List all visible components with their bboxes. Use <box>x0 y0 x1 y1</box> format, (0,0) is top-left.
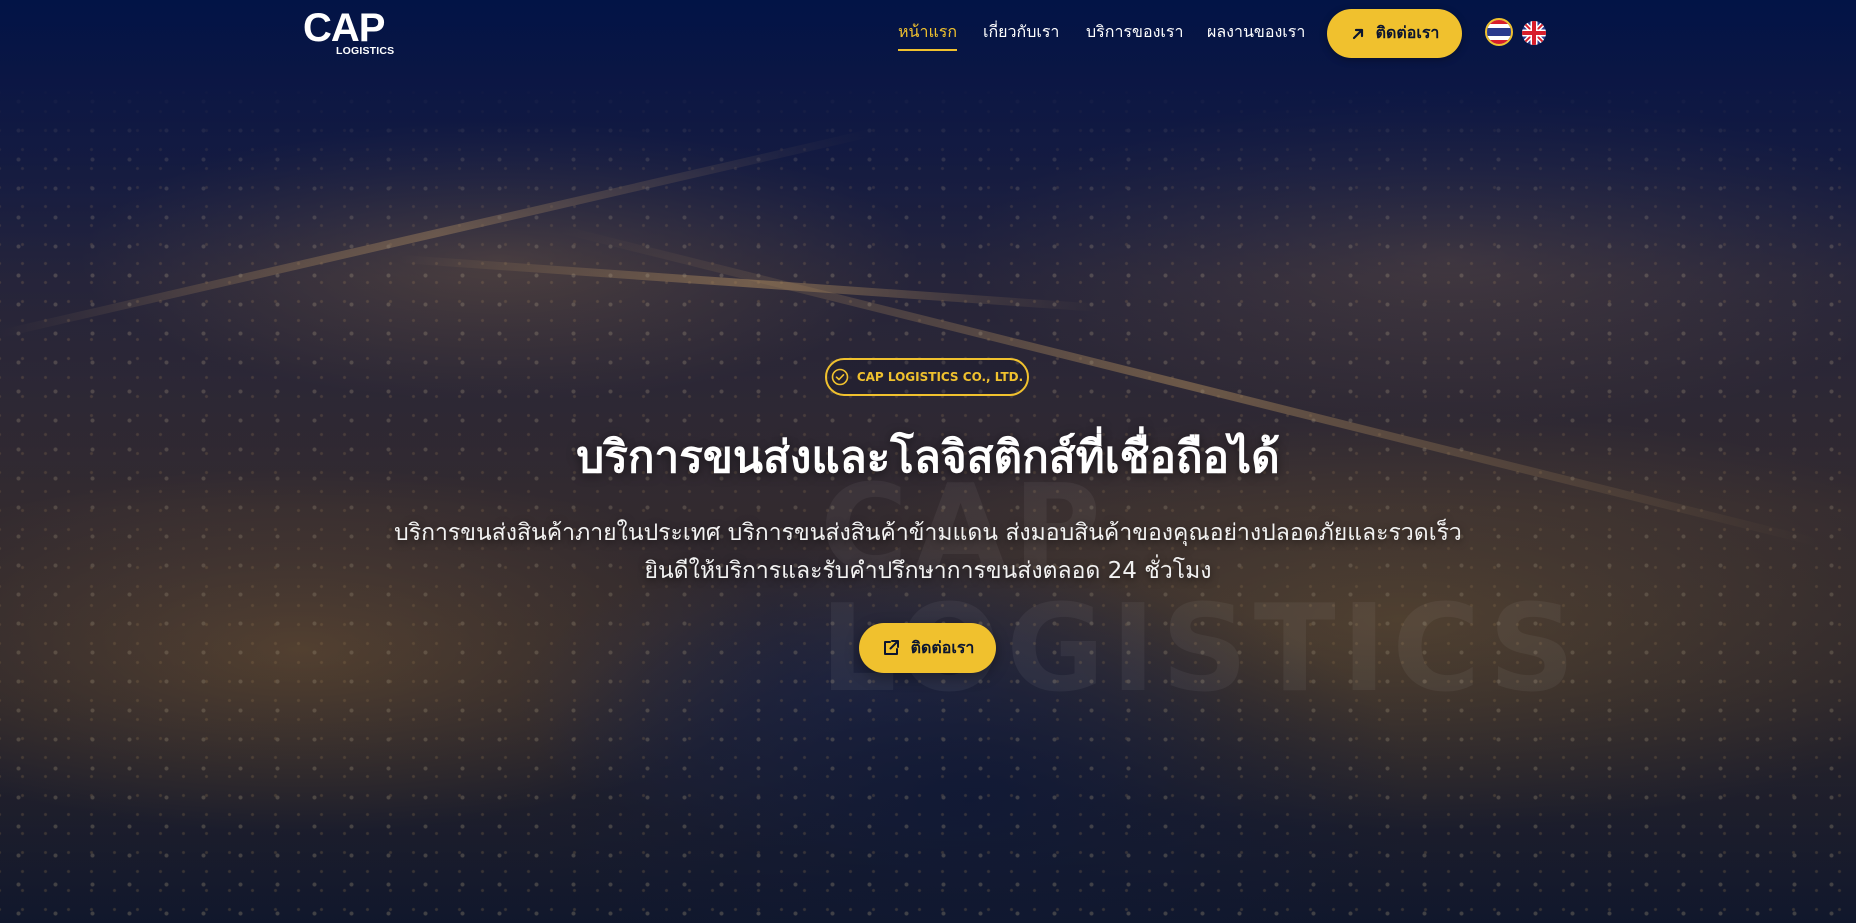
hero-contact-button[interactable]: ติดต่อเรา <box>859 623 996 673</box>
logo-watermark: CAP LOGISTICS <box>820 470 1581 710</box>
logo-text-main: CAP <box>303 6 385 50</box>
hero-subtitle-line: ยินดีให้บริการและรับคำปรึกษาการขนส่งตลอด… <box>644 558 1212 584</box>
arrow-up-right-icon <box>1350 26 1366 42</box>
nav-item-about[interactable]: เกี่ยวกับเรา <box>983 20 1059 49</box>
logo-link[interactable]: CAP LOGISTICS <box>303 6 395 58</box>
header-contact-button[interactable]: ติดต่อเรา <box>1327 9 1462 58</box>
company-badge: CAP LOGISTICS CO., LTD. <box>825 358 1029 396</box>
hero-contact-label: ติดต่อเรา <box>910 637 975 657</box>
company-badge-text: CAP LOGISTICS CO., LTD. <box>856 370 1024 384</box>
header-contact-label: ติดต่อเรา <box>1375 23 1440 42</box>
external-link-icon <box>881 638 901 658</box>
logo-text-sub: LOGISTICS <box>336 45 395 57</box>
nav-item-services[interactable]: บริการของเรา <box>1086 20 1183 49</box>
thai-flag-icon[interactable] <box>1485 18 1513 46</box>
check-circle-icon <box>831 368 849 386</box>
hero-subtitle: บริการขนส่งสินค้าภายในประเทศ บริการขนส่ง… <box>378 514 1478 590</box>
hero-title: บริการขนส่งและโลจิสติกส์ที่เชื่อถือได้ <box>576 432 1280 483</box>
nav-item-home[interactable]: หน้าแรก <box>898 20 958 51</box>
nav-item-portfolio[interactable]: ผลงานของเรา <box>1207 20 1305 49</box>
uk-flag-icon[interactable] <box>1522 21 1546 45</box>
hero-subtitle-line: บริการขนส่งสินค้าภายในประเทศ บริการขนส่ง… <box>394 520 1462 546</box>
site-header: CAP LOGISTICS หน้าแรก เกี่ยวกับเรา บริกา… <box>0 0 1856 66</box>
